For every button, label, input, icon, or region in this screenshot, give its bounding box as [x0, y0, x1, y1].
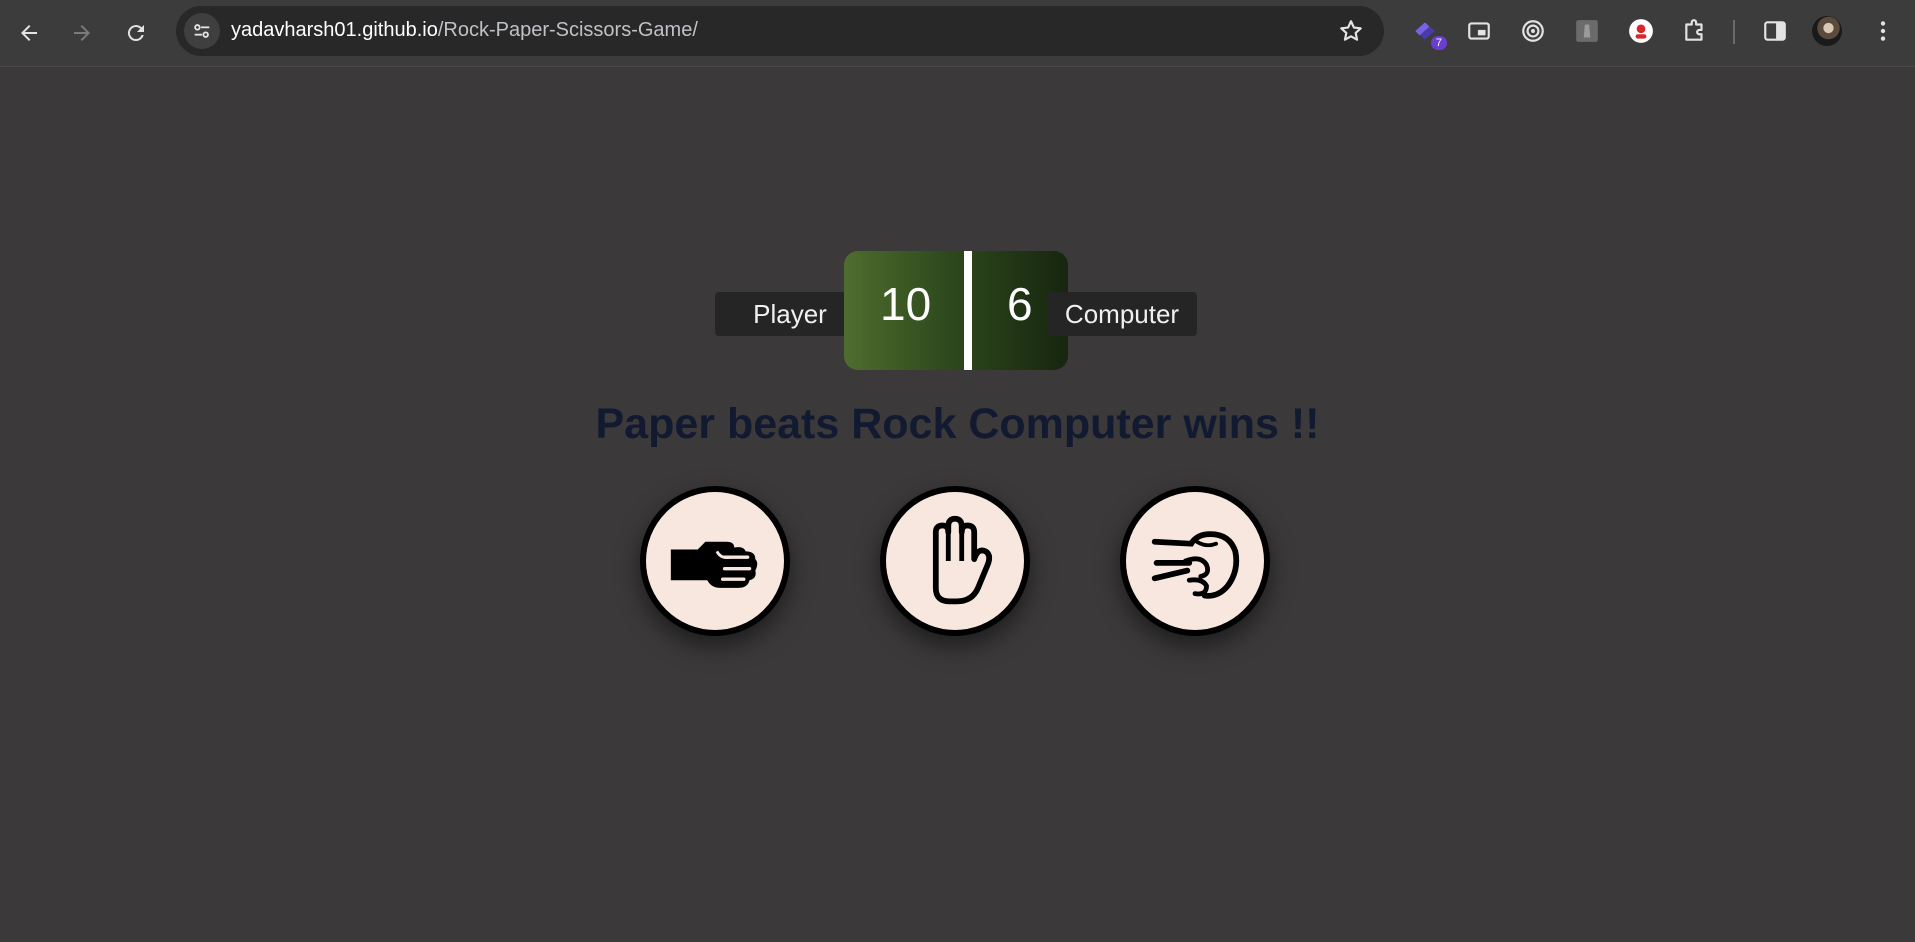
- more-menu-button[interactable]: [1867, 15, 1899, 47]
- result-message: Paper beats Rock Computer wins !!: [595, 400, 1320, 448]
- site-settings-button[interactable]: [184, 13, 220, 49]
- side-panel-button[interactable]: [1759, 15, 1791, 47]
- extension-icon: [1629, 19, 1653, 43]
- lighthouse-extension-button[interactable]: [1571, 15, 1603, 47]
- url-host: yadavharsh01.github.io: [231, 19, 438, 41]
- site-settings-icon: [194, 24, 210, 38]
- forward-button[interactable]: [62, 13, 102, 53]
- scissors-choice-button[interactable]: [1120, 486, 1270, 636]
- player-label: Player: [715, 292, 865, 336]
- reload-button[interactable]: [116, 13, 156, 53]
- back-button[interactable]: [9, 13, 49, 53]
- paper-hand-icon: [932, 515, 993, 605]
- back-icon: [21, 25, 37, 41]
- picture-in-picture-icon: [1468, 22, 1490, 40]
- url-text[interactable]: yadavharsh01.github.io/Rock-Paper-Scisso…: [231, 19, 698, 42]
- extension-badge: 7: [1430, 36, 1447, 50]
- computer-label: Computer: [1047, 292, 1197, 336]
- extension-button[interactable]: 7: [1409, 15, 1447, 50]
- url-path: /Rock-Paper-Scissors-Game/: [437, 19, 698, 41]
- toolbar-separator: [1733, 20, 1735, 44]
- target-icon: [1522, 20, 1544, 42]
- forward-icon: [74, 25, 90, 41]
- paper-choice-button[interactable]: [880, 486, 1030, 636]
- scissors-hand-icon: [1151, 531, 1240, 599]
- score-divider: [964, 251, 972, 370]
- rock-choice-button[interactable]: [640, 486, 790, 636]
- computer-score: 6: [1007, 278, 1033, 330]
- profile-avatar[interactable]: [1812, 16, 1842, 46]
- target-extension-button[interactable]: [1517, 15, 1549, 47]
- reload-icon: [127, 25, 144, 42]
- profile-extension-button[interactable]: [1625, 15, 1657, 47]
- bookmark-star-icon[interactable]: [1338, 18, 1364, 44]
- rock-fist-icon: [670, 541, 758, 588]
- side-panel-icon: [1764, 21, 1786, 41]
- puzzle-icon: [1685, 19, 1703, 41]
- scoreboard: 10 6: [844, 251, 1068, 370]
- extension-icon: [1576, 20, 1598, 42]
- more-menu-icon: [1880, 21, 1886, 41]
- address-bar[interactable]: yadavharsh01.github.io/Rock-Paper-Scisso…: [176, 6, 1384, 56]
- picture-in-picture-button[interactable]: [1463, 15, 1495, 47]
- browser-toolbar: yadavharsh01.github.io/Rock-Paper-Scisso…: [0, 0, 1915, 67]
- extensions-menu-button[interactable]: [1679, 15, 1711, 47]
- player-score: 10: [880, 278, 932, 330]
